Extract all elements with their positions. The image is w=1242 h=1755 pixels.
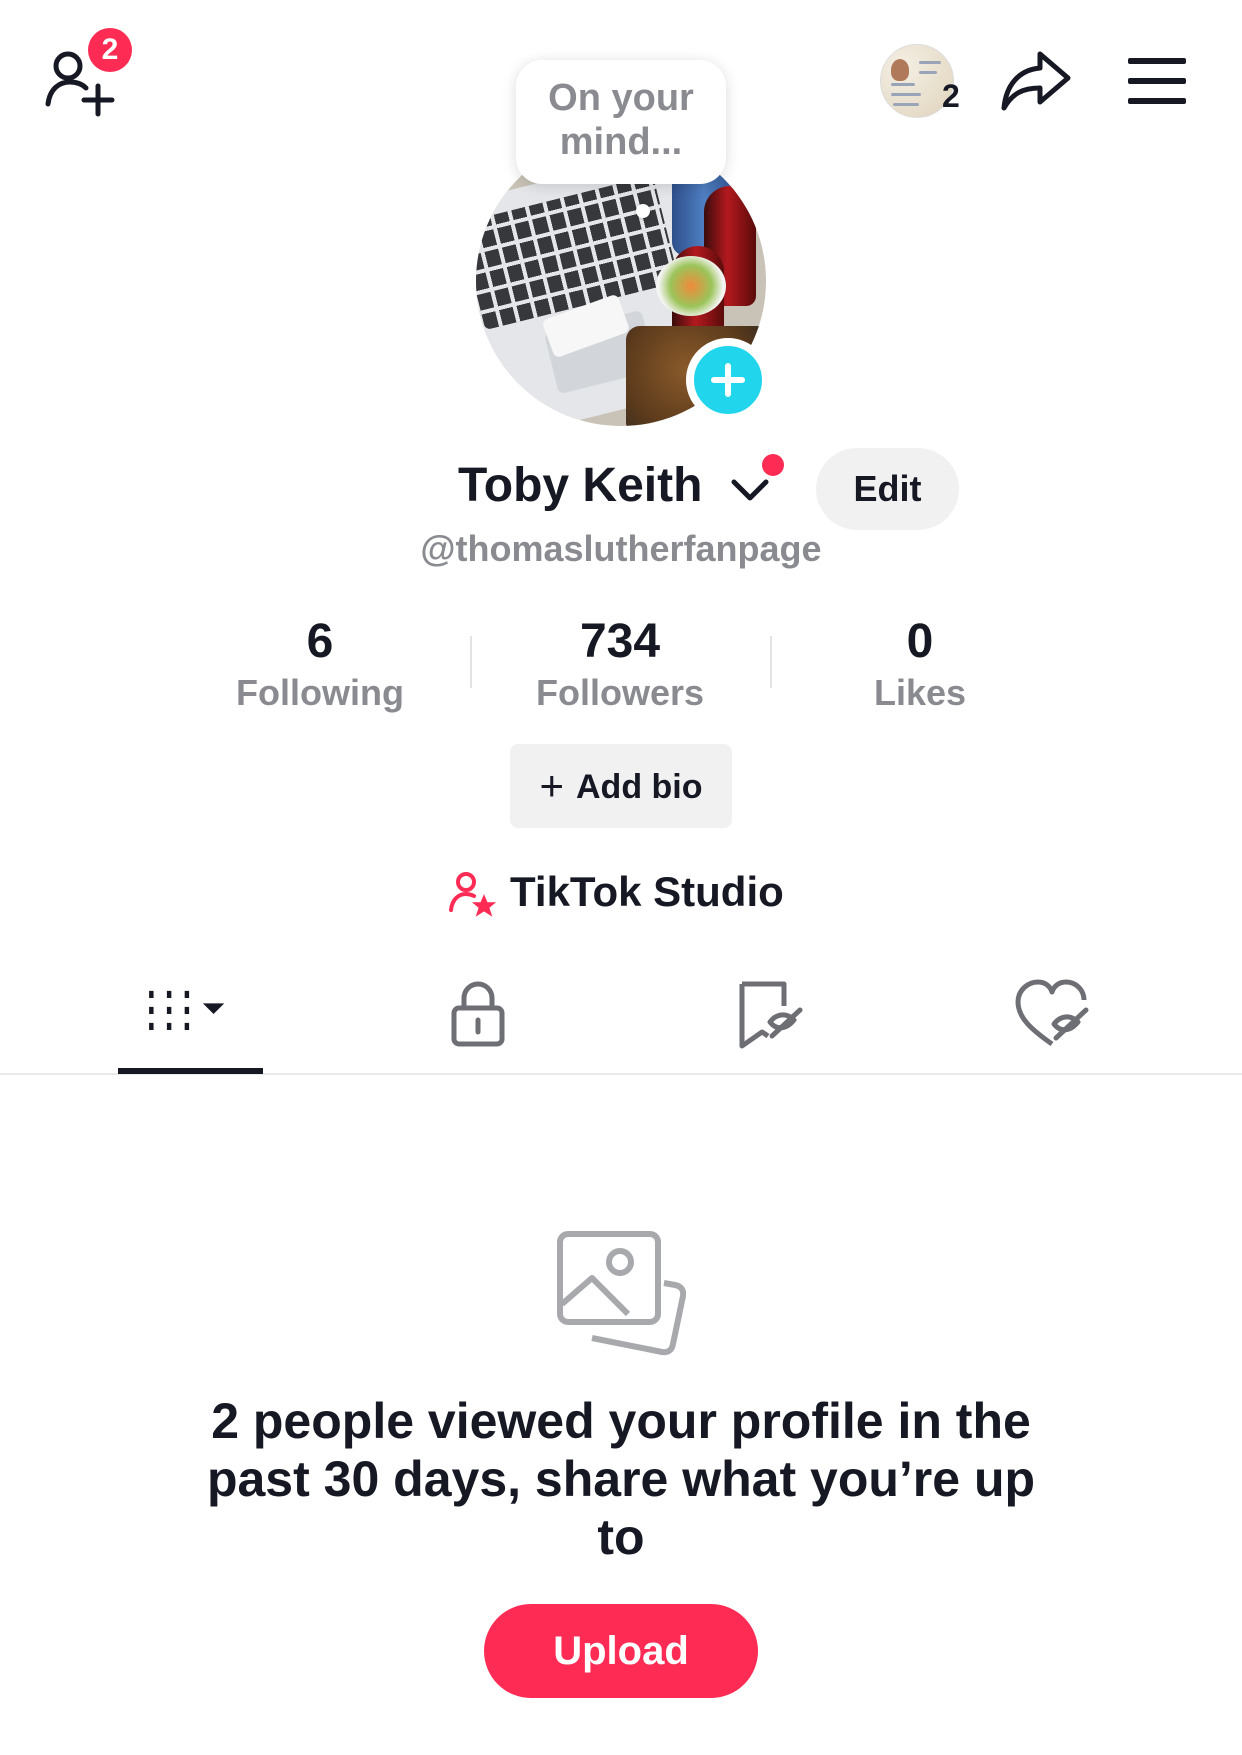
chevron-down-icon [731, 479, 769, 501]
tab-selected-indicator [118, 1068, 263, 1074]
photo-stack-icon [556, 1230, 687, 1360]
hidden-bookmark-icon [739, 981, 803, 1049]
empty-state-message: 2 people viewed your profile in the past… [206, 1393, 1036, 1565]
account-notification-dot [762, 454, 784, 476]
stat-label: Following [236, 672, 404, 713]
stat-following[interactable]: 6 Following [190, 614, 450, 714]
tab-liked-hidden[interactable] [1012, 974, 1092, 1054]
story-count: 2 [942, 78, 960, 114]
stat-value: 0 [906, 615, 934, 668]
notification-badge: 2 [88, 28, 132, 72]
videos-grid-icon [149, 990, 225, 1030]
profile-name: Toby Keith [458, 459, 703, 512]
menu-button[interactable] [1126, 56, 1188, 108]
tab-private[interactable] [438, 974, 518, 1054]
tiktok-studio-label: TikTok Studio [510, 868, 784, 915]
hidden-heart-icon [1015, 979, 1089, 1047]
thought-bubble[interactable]: On your mind... [516, 60, 726, 184]
stat-value: 6 [306, 615, 334, 668]
share-arrow-icon [1001, 51, 1071, 111]
tab-videos[interactable] [146, 974, 226, 1054]
edit-profile-button[interactable]: Edit [816, 448, 959, 530]
menu-icon [1128, 58, 1186, 64]
add-photo-button[interactable] [686, 338, 770, 422]
stat-divider [470, 636, 472, 688]
profile-handle: @thomaslutherfanpage [420, 528, 822, 569]
add-bio-button[interactable]: + Add bio [510, 744, 732, 828]
stat-label: Followers [535, 672, 705, 713]
add-bio-label: Add bio [576, 768, 703, 806]
stat-likes[interactable]: 0 Likes [790, 614, 1050, 714]
share-button[interactable] [1000, 48, 1072, 114]
stat-divider [770, 636, 772, 688]
account-switch-chevron[interactable] [730, 472, 770, 506]
stat-followers[interactable]: 734 Followers [490, 614, 750, 714]
plus-icon: + [539, 762, 564, 809]
stat-label: Likes [873, 672, 967, 713]
creator-star-icon [449, 872, 496, 917]
thought-bubble-tail [636, 204, 650, 218]
stat-value: 734 [579, 615, 661, 668]
lock-icon [451, 981, 505, 1047]
tab-saved-hidden[interactable] [728, 974, 808, 1054]
upload-button[interactable]: Upload [484, 1604, 758, 1698]
